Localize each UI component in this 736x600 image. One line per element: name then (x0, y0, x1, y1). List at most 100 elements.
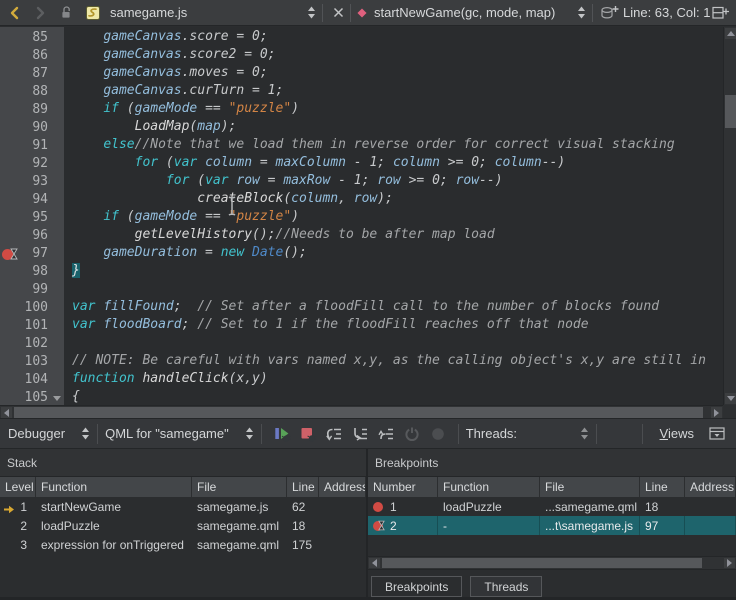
line-number[interactable]: 92 (0, 155, 64, 173)
stack-row[interactable]: 2loadPuzzlesamegame.qml18 (0, 516, 366, 535)
column-header[interactable]: File (540, 477, 640, 497)
record-button[interactable] (425, 422, 451, 446)
line-number[interactable]: 86 (0, 47, 64, 65)
column-header[interactable]: Function (438, 477, 540, 497)
scroll-left-button[interactable] (369, 558, 380, 568)
code-line[interactable]: gameDuration = new Date(); (64, 245, 723, 263)
line-number[interactable]: 104 (0, 371, 64, 389)
tab-threads[interactable]: Threads (470, 576, 542, 597)
gutter-breakpoint-icon[interactable] (2, 248, 22, 261)
views-button[interactable]: Views (660, 426, 694, 441)
column-header[interactable]: Address (685, 477, 736, 497)
horizontal-scroll-thumb[interactable] (382, 558, 702, 568)
code-line[interactable]: if (gameMode == "puzzle") (64, 209, 723, 227)
code-line[interactable] (64, 335, 723, 353)
breakpoint-row[interactable]: 2-...t\samegame.js97 (368, 516, 736, 535)
views-menu-button[interactable] (704, 422, 730, 446)
line-number[interactable]: 95 (0, 209, 64, 227)
column-header[interactable]: Level (0, 477, 36, 497)
breakpoint-pending-icon[interactable] (373, 521, 383, 531)
line-number[interactable]: 99 (0, 281, 64, 299)
lock-button[interactable] (55, 2, 77, 24)
stop-debug-button[interactable] (295, 422, 321, 446)
line-number[interactable]: 88 (0, 83, 64, 101)
line-number[interactable]: 96 (0, 227, 64, 245)
breakpoint-icon[interactable] (373, 502, 383, 512)
code-line[interactable]: var floodBoard; // Set to 1 if the flood… (64, 317, 723, 335)
column-header[interactable]: Line (287, 477, 319, 497)
step-over-button[interactable] (321, 422, 347, 446)
editor-code[interactable]: gameCanvas.score = 0; gameCanvas.score2 … (64, 29, 723, 405)
line-number[interactable]: 98 (0, 263, 64, 281)
column-header[interactable]: Function (36, 477, 192, 497)
stack-row[interactable]: 3expression for onTriggeredsamegame.qml1… (0, 535, 366, 554)
scroll-left-button[interactable] (1, 407, 12, 418)
line-number[interactable]: 89 (0, 101, 64, 119)
code-line[interactable]: // NOTE: Be careful with vars named x,y,… (64, 353, 723, 371)
line-number[interactable]: 85 (0, 29, 64, 47)
scroll-right-button[interactable] (711, 407, 722, 418)
code-line[interactable]: var fillFound; // Set after a floodFill … (64, 299, 723, 317)
code-editor[interactable]: 85868788899091929394959697 9899100101102… (0, 27, 723, 405)
column-header[interactable]: Address (319, 477, 366, 497)
forward-button[interactable] (29, 2, 51, 24)
code-line[interactable]: gameCanvas.curTurn = 1; (64, 83, 723, 101)
stack-row[interactable]: 1startNewGamesamegame.js62 (0, 497, 366, 516)
column-header[interactable]: Number (368, 477, 438, 497)
code-line[interactable]: for (var column = maxColumn - 1; column … (64, 155, 723, 173)
symbol-selector[interactable]: startNewGame(gc, mode, map) (356, 0, 586, 25)
breakpoints-header[interactable]: NumberFunctionFileLineAddress (368, 477, 736, 497)
step-out-button[interactable] (373, 422, 399, 446)
code-line[interactable]: { (64, 389, 723, 405)
line-number[interactable]: 90 (0, 119, 64, 137)
tab-breakpoints[interactable]: Breakpoints (371, 576, 462, 597)
code-line[interactable]: function handleClick(x,y) (64, 371, 723, 389)
debug-target-selector[interactable]: QML for "samegame" (105, 426, 254, 441)
code-line[interactable]: gameCanvas.moves = 0; (64, 65, 723, 83)
interrupt-button[interactable] (399, 422, 425, 446)
continue-debug-button[interactable] (269, 422, 295, 446)
line-number[interactable]: 93 (0, 173, 64, 191)
code-line[interactable] (64, 281, 723, 299)
line-number[interactable]: 87 (0, 65, 64, 83)
step-into-button[interactable] (347, 422, 373, 446)
editor-vertical-scrollbar[interactable] (723, 27, 736, 405)
code-line[interactable]: } (64, 263, 723, 281)
line-number[interactable]: 97 (0, 245, 64, 263)
breakpoint-row[interactable]: 1loadPuzzle...samegame.qml18 (368, 497, 736, 516)
column-header[interactable]: Line (640, 477, 685, 497)
breakpoints-horizontal-scrollbar[interactable] (368, 556, 736, 570)
back-button[interactable] (4, 2, 26, 24)
line-number[interactable]: 91 (0, 137, 64, 155)
close-document-button[interactable] (327, 2, 349, 24)
vertical-scroll-thumb[interactable] (725, 95, 736, 128)
code-line[interactable]: LoadMap(map); (64, 119, 723, 137)
threads-selector[interactable] (517, 427, 589, 440)
column-header[interactable]: File (192, 477, 287, 497)
code-line[interactable]: if (gameMode == "puzzle") (64, 101, 723, 119)
code-line[interactable]: gameCanvas.score2 = 0; (64, 47, 723, 65)
line-number[interactable]: 100 (0, 299, 64, 317)
scroll-up-button[interactable] (725, 28, 736, 39)
line-number[interactable]: 101 (0, 317, 64, 335)
line-number[interactable]: 103 (0, 353, 64, 371)
horizontal-scroll-thumb[interactable] (14, 407, 703, 418)
editor-gutter[interactable]: 85868788899091929394959697 9899100101102… (0, 27, 64, 405)
stack-header[interactable]: LevelFunctionFileLineAddress (0, 477, 366, 497)
line-number[interactable]: 105 (0, 389, 64, 405)
code-line[interactable]: gameCanvas.score = 0; (64, 29, 723, 47)
database-plus-button[interactable] (598, 2, 620, 24)
code-line[interactable]: getLevelHistory();//Needs to be after ma… (64, 227, 723, 245)
document-selector[interactable]: samegame.js (84, 0, 316, 25)
code-line[interactable]: else//Note that we load them in reverse … (64, 137, 723, 155)
code-line[interactable]: createBlock(column, row); (64, 191, 723, 209)
scroll-right-button[interactable] (724, 558, 735, 568)
debugger-engine-selector[interactable]: Debugger (8, 426, 90, 441)
fold-marker-icon[interactable] (53, 396, 61, 401)
line-number[interactable]: 94 (0, 191, 64, 209)
editor-horizontal-scrollbar[interactable] (0, 405, 723, 418)
line-number[interactable]: 102 (0, 335, 64, 353)
code-line[interactable]: for (var row = maxRow - 1; row >= 0; row… (64, 173, 723, 191)
scroll-down-button[interactable] (725, 393, 736, 404)
split-editor-button[interactable] (709, 2, 731, 24)
